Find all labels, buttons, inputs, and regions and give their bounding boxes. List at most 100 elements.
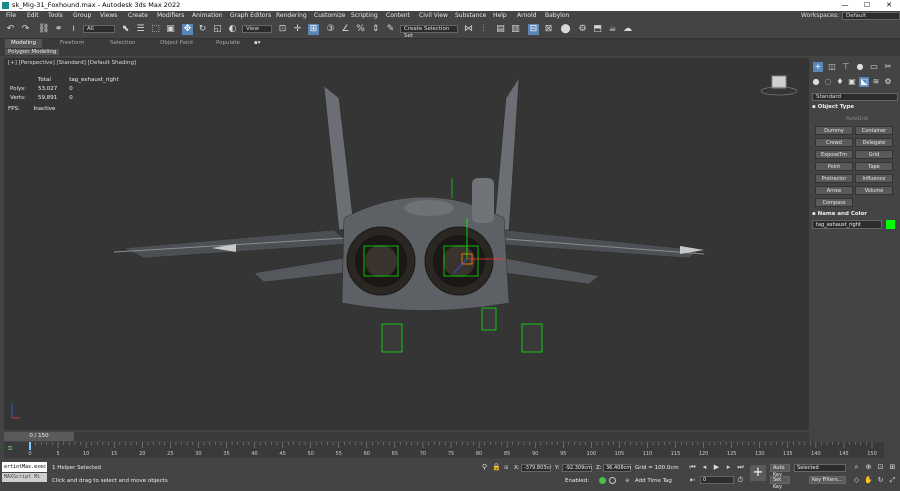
ribbon-options-icon[interactable]: ▪▾: [254, 39, 261, 48]
add-time-tag[interactable]: Add Time Tag: [635, 478, 672, 484]
window-crossing-icon[interactable]: ▣: [165, 24, 176, 35]
key-set-dropdown[interactable]: Selected: [794, 464, 846, 472]
orbit-icon[interactable]: ↻: [876, 476, 885, 485]
align-icon[interactable]: ⫶: [478, 24, 489, 35]
delegate-button[interactable]: Delegate: [855, 138, 893, 147]
exposetm-button[interactable]: ExposeTm: [815, 150, 853, 159]
select-object-icon[interactable]: ⬉: [120, 24, 131, 35]
set-key-icon[interactable]: +: [750, 465, 766, 481]
named-selection-dropdown[interactable]: Create Selection Set: [400, 25, 458, 39]
maxscript-mini-listener[interactable]: MAXScript Mi: [2, 473, 47, 482]
redo-icon[interactable]: ↷: [20, 24, 31, 35]
menu-rendering[interactable]: Rendering: [276, 11, 307, 21]
minimize-button[interactable]: —: [834, 0, 856, 11]
maximize-button[interactable]: ☐: [856, 0, 878, 11]
influence-button[interactable]: Influence: [855, 174, 893, 183]
time-slider[interactable]: 0 / 150: [4, 432, 809, 441]
set-key-button[interactable]: Set Key: [770, 476, 790, 490]
bind-space-warp-icon[interactable]: ≀: [68, 24, 79, 35]
scale-icon[interactable]: ◱: [212, 24, 223, 35]
go-to-start-icon[interactable]: ⏮: [688, 463, 697, 472]
menu-views[interactable]: Views: [100, 11, 117, 21]
protractor-button[interactable]: Protractor: [815, 174, 853, 183]
field-of-view-icon[interactable]: ◇: [852, 476, 861, 485]
track-bar-filter-icon[interactable]: ⧉: [8, 445, 12, 453]
zoom-icon[interactable]: ⌕: [852, 463, 861, 472]
render-frame-icon[interactable]: ⬒: [592, 24, 603, 35]
zoom-all-icon[interactable]: ⊕: [864, 463, 873, 472]
object-type-rollout[interactable]: ▪ Object Type: [812, 104, 898, 110]
schematic-view-icon[interactable]: ⊠: [543, 24, 554, 35]
select-manipulate-icon[interactable]: ✛: [292, 24, 303, 35]
tab-modeling[interactable]: Modeling: [5, 39, 43, 48]
selection-filter-dropdown[interactable]: All: [83, 25, 115, 33]
tab-populate[interactable]: Populate: [216, 39, 240, 48]
selection-lock-icon[interactable]: 🔒: [492, 463, 501, 472]
volume-button[interactable]: Volume: [855, 186, 893, 195]
create-tab-icon[interactable]: +: [813, 62, 823, 72]
modify-tab-icon[interactable]: ◫: [827, 62, 837, 72]
motion-tab-icon[interactable]: ●: [855, 62, 865, 72]
menu-group[interactable]: Group: [73, 11, 91, 21]
menu-create[interactable]: Create: [128, 11, 148, 21]
name-and-color-rollout[interactable]: ▪ Name and Color: [812, 211, 898, 217]
current-frame-field[interactable]: 0: [700, 476, 734, 484]
utilities-tab-icon[interactable]: ✂: [883, 62, 893, 72]
time-slider-knob[interactable]: 0 / 150: [4, 432, 74, 441]
track-bar[interactable]: ⧉ 0 5 10 15 20 25 30 35 40 45 50 55 60 65 70 75 80 85 90 95…: [4, 442, 884, 458]
snap-toggle-icon[interactable]: ③: [325, 24, 336, 35]
menu-customize[interactable]: Customize: [314, 11, 346, 21]
menu-graph-editors[interactable]: Graph Editors: [230, 11, 271, 21]
toggle-ribbon-icon[interactable]: ▥: [510, 24, 521, 35]
rect-selection-icon[interactable]: ⬚: [150, 24, 161, 35]
geometry-icon[interactable]: ●: [811, 77, 821, 87]
select-by-name-icon[interactable]: ☰: [135, 24, 146, 35]
grid-button[interactable]: Grid: [855, 150, 893, 159]
auto-key-button[interactable]: Auto Key: [770, 464, 790, 478]
tab-freeform[interactable]: Freeform: [60, 39, 85, 48]
menu-scripting[interactable]: Scripting: [351, 11, 378, 21]
close-button[interactable]: ✕: [878, 0, 900, 11]
spinner-snap-icon[interactable]: ⇕: [370, 24, 381, 35]
angle-snap-icon[interactable]: ∠: [340, 24, 351, 35]
absolute-mode-icon[interactable]: ⊞: [504, 465, 509, 471]
polygon-modeling-label[interactable]: Polygon Modeling: [5, 49, 60, 55]
pan-icon[interactable]: ✋: [864, 476, 873, 485]
tab-selection[interactable]: Selection: [110, 39, 135, 48]
menu-file[interactable]: File: [6, 11, 16, 21]
shapes-icon[interactable]: ◌: [823, 77, 833, 87]
viewport-label[interactable]: [+] [Perspective] [Standard] [Default Sh…: [8, 60, 136, 66]
maxscript-listener[interactable]: ertiotMas.exec: [2, 462, 47, 472]
crowd-button[interactable]: Crowd: [815, 138, 853, 147]
menu-animation[interactable]: Animation: [192, 11, 223, 21]
next-frame-icon[interactable]: ▸: [724, 463, 733, 472]
curve-editor-icon[interactable]: ⊟: [528, 24, 539, 35]
space-warps-icon[interactable]: ≋: [871, 77, 881, 87]
container-button[interactable]: Container: [855, 126, 893, 135]
render-production-icon[interactable]: ☕: [607, 24, 618, 35]
compass-button[interactable]: Compass: [815, 198, 853, 207]
zoom-extents-icon[interactable]: ⊡: [876, 463, 885, 472]
object-color-swatch[interactable]: [886, 220, 895, 229]
menu-civil-view[interactable]: Civil View: [419, 11, 448, 21]
workspaces-dropdown[interactable]: Default: [842, 12, 900, 20]
zoom-extents-all-icon[interactable]: ⊞: [888, 463, 897, 472]
render-setup-icon[interactable]: ⚙: [577, 24, 588, 35]
arrow-button[interactable]: Arrow: [815, 186, 853, 195]
keyboard-shortcut-toggle-icon[interactable]: ⊞: [308, 24, 319, 35]
menu-help[interactable]: Help: [493, 11, 507, 21]
percent-snap-icon[interactable]: %: [355, 24, 366, 35]
edit-named-selection-icon[interactable]: ✎: [385, 24, 396, 35]
play-icon[interactable]: ▶: [712, 463, 721, 472]
render-iterative-icon[interactable]: ☁: [622, 24, 633, 35]
y-coord-field[interactable]: -92.309cm: [562, 464, 592, 472]
perspective-viewport[interactable]: [+] [Perspective] [Standard] [Default Sh…: [4, 58, 809, 430]
lights-icon[interactable]: ♦: [835, 77, 845, 87]
menu-babylon[interactable]: Babylon: [545, 11, 569, 21]
menu-arnold[interactable]: Arnold: [517, 11, 536, 21]
menu-edit[interactable]: Edit: [27, 11, 39, 21]
helpers-icon[interactable]: ⬕: [859, 77, 869, 87]
unlink-icon[interactable]: ⚭: [53, 24, 64, 35]
place-icon[interactable]: ◐: [227, 24, 238, 35]
layer-explorer-icon[interactable]: ▤: [495, 24, 506, 35]
